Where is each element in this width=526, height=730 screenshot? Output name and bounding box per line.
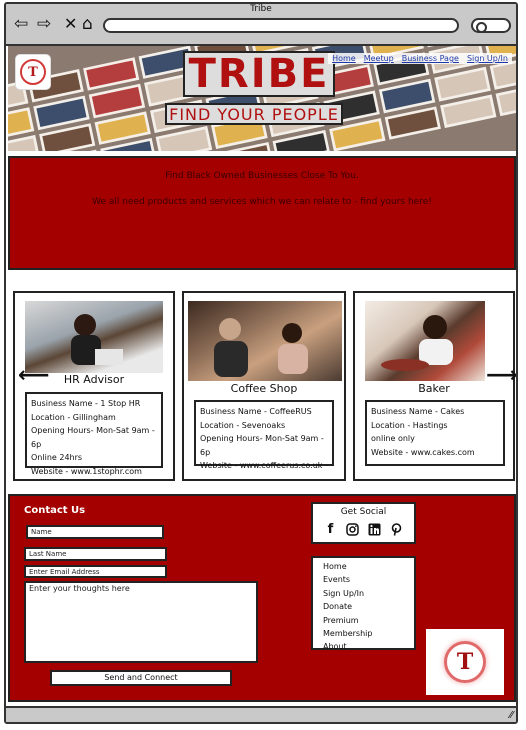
detail-line: Business Name - Cakes — [371, 407, 465, 416]
footer-link-events[interactable]: Events — [323, 573, 404, 586]
detail-line: Location - Gillingham — [31, 412, 116, 422]
business-photo — [365, 301, 485, 381]
business-carousel: HR Advisor Business Name - 1 Stop HR Loc… — [8, 291, 516, 483]
home-icon[interactable]: ⌂ — [82, 15, 93, 33]
brand-tagline: FIND YOUR PEOPLE — [165, 103, 343, 125]
nav-home[interactable]: Home — [332, 54, 356, 63]
back-arrow-icon[interactable]: ⇦ — [14, 15, 28, 33]
detail-line: Business Name - CoffeeRUS — [200, 407, 312, 416]
social-icons: f — [313, 522, 414, 537]
footer-link-donate[interactable]: Donate — [323, 600, 404, 613]
business-details: Business Name - CoffeeRUS Location - Sev… — [194, 400, 334, 470]
logo-mark: T — [20, 59, 46, 85]
detail-line: Business Name - 1 Stop HR — [31, 399, 141, 408]
linkedin-icon[interactable] — [367, 522, 382, 537]
site-logo[interactable]: T — [16, 55, 50, 89]
footer-menu: Home Events Sign Up/In Donate Premium Me… — [311, 556, 416, 653]
nav-business-page[interactable]: Business Page — [402, 54, 459, 63]
social-box: Get Social f — [311, 502, 416, 544]
close-icon[interactable]: ✕ — [64, 15, 77, 33]
footer-logo-mark: T — [444, 641, 486, 683]
last-name-field[interactable]: Last Name — [24, 547, 167, 561]
footer-logo[interactable]: T — [426, 629, 504, 695]
title-bar: Tribe ⇦ ⇨ ✕ ⌂ — [6, 4, 516, 46]
banner-headline: Find Black Owned Businesses Close To You… — [165, 171, 359, 181]
send-button[interactable]: Send and Connect — [50, 670, 232, 686]
footer-link-home[interactable]: Home — [323, 560, 404, 573]
instagram-icon[interactable] — [345, 522, 360, 537]
detail-line: Location - Hastings — [371, 420, 448, 430]
facebook-icon[interactable]: f — [323, 522, 338, 537]
arrow-right-icon[interactable]: ⟶ — [486, 363, 516, 388]
message-field[interactable]: Enter your thoughts here — [24, 581, 258, 663]
search-icon[interactable] — [471, 18, 511, 33]
banner-subtext: We all need products and services which … — [92, 197, 432, 207]
resize-grip-icon[interactable]: ⁄⁄ — [510, 710, 513, 721]
detail-line: Location - Sevenoaks — [200, 420, 286, 430]
business-photo — [188, 301, 342, 381]
window-title: Tribe — [250, 4, 272, 14]
browser-window: Tribe ⇦ ⇨ ✕ ⌂ T TRIBE FIND YOUR PEOPLE H… — [4, 2, 518, 724]
status-bar: ⁄⁄ — [6, 706, 516, 722]
detail-line: Online 24hrs — [31, 453, 83, 462]
footer: Contact Us Name Last Name Enter Email Ad… — [8, 494, 516, 702]
name-field[interactable]: Name — [26, 525, 164, 539]
forward-arrow-icon[interactable]: ⇨ — [37, 15, 51, 33]
detail-line: Website - www.coffeerus.co.uk — [200, 461, 323, 470]
email-field[interactable]: Enter Email Address — [24, 565, 167, 578]
detail-line: Website - www.cakes.com — [371, 447, 475, 457]
address-bar[interactable] — [103, 18, 459, 33]
nav-meetup[interactable]: Meetup — [364, 54, 394, 63]
intro-banner: Find Black Owned Businesses Close To You… — [8, 156, 516, 270]
brand-title: TRIBE — [183, 51, 335, 97]
footer-link-premium[interactable]: Premium Membership — [323, 614, 404, 641]
business-details: Business Name - 1 Stop HR Location - Gil… — [25, 392, 163, 476]
hero-banner: T TRIBE FIND YOUR PEOPLE Home Meetup Bus… — [8, 46, 516, 151]
detail-line: online only — [371, 434, 415, 443]
business-card-coffee[interactable]: Coffee Shop Business Name - CoffeeRUS Lo… — [182, 291, 346, 481]
pinterest-icon[interactable] — [389, 522, 404, 537]
detail-line: Opening Hours- Mon-Sat 9am - 6p — [200, 434, 324, 457]
detail-line: Website - www.1stophr.com — [31, 466, 142, 476]
footer-link-about[interactable]: About — [323, 640, 404, 653]
contact-title: Contact Us — [24, 505, 86, 516]
social-label: Get Social — [340, 507, 387, 517]
arrow-left-icon[interactable]: ⟵ — [18, 363, 50, 388]
business-details: Business Name - Cakes Location - Hasting… — [365, 400, 505, 466]
nav-sign-up-in[interactable]: Sign Up/In — [467, 54, 508, 63]
business-category: Coffee Shop — [230, 382, 298, 395]
top-navigation: Home Meetup Business Page Sign Up/In — [328, 53, 512, 64]
detail-line: Opening Hours- Mon-Sat 9am - 6p — [31, 426, 155, 449]
footer-link-sign-up-in[interactable]: Sign Up/In — [323, 587, 404, 600]
